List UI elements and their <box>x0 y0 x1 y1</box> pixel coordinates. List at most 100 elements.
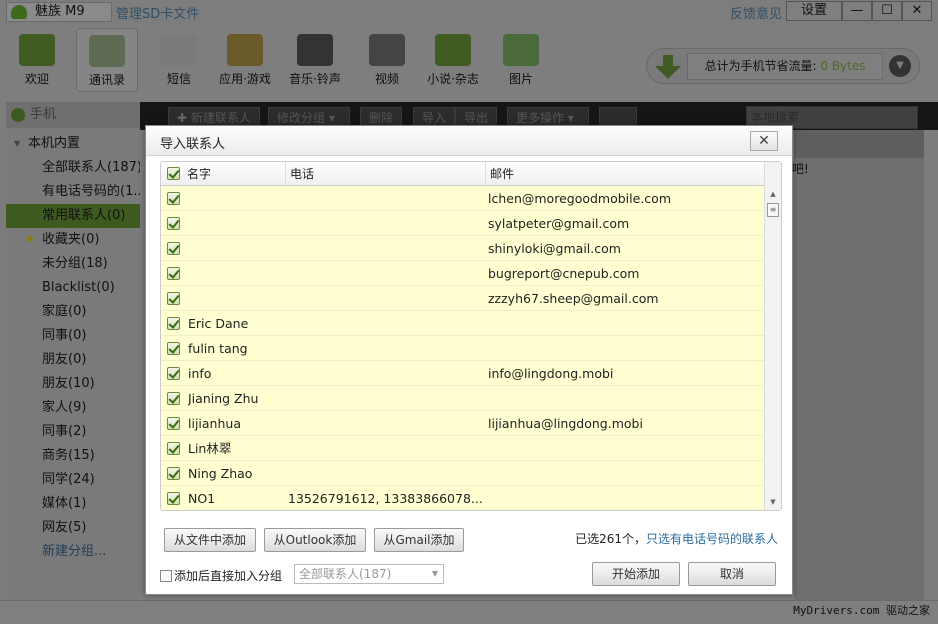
toolbar-peas[interactable]: 欢迎 <box>6 28 68 92</box>
column-email[interactable]: 邮件 <box>485 162 765 186</box>
row-checkbox[interactable] <box>167 367 180 380</box>
sidebar-item[interactable]: 家人(9) <box>6 396 140 420</box>
row-checkbox[interactable] <box>167 217 180 230</box>
sidebar-item[interactable]: Blacklist(0) <box>6 276 140 300</box>
cancel-button[interactable]: 取消 <box>688 562 776 586</box>
row-checkbox[interactable] <box>167 417 180 430</box>
toolbar-book[interactable]: 小说·杂志 <box>422 28 484 92</box>
message-icon <box>161 34 197 66</box>
scroll-up-icon[interactable]: ▲ <box>765 186 781 202</box>
sidebar-item[interactable]: 同事(2) <box>6 420 140 444</box>
table-row[interactable]: Lin林翠 <box>161 436 765 461</box>
app-logo-icon <box>11 5 27 19</box>
select-all-checkbox[interactable] <box>167 167 180 180</box>
table-header: 名字 电话 邮件 <box>161 162 765 186</box>
sidebar-item[interactable]: 朋友(0) <box>6 348 140 372</box>
cell-name <box>188 211 284 236</box>
peas-icon <box>19 34 55 66</box>
table-row[interactable]: fulin tang <box>161 336 765 361</box>
table-scrollbar[interactable]: ▲ ≡ ▼ <box>764 162 781 510</box>
toolbar-contacts-card[interactable]: 通讯录 <box>76 28 138 92</box>
device-name-label: 魅族 M9 <box>35 4 85 19</box>
app-box-icon <box>227 34 263 66</box>
group-select[interactable]: 全部联系人(187) ▼ <box>294 564 444 584</box>
cell-email <box>488 386 764 411</box>
auto-group-checkbox[interactable]: 添加后直接加入分组 <box>160 567 282 584</box>
row-checkbox[interactable] <box>167 317 180 330</box>
feedback-link[interactable]: 反馈意见 <box>730 3 782 22</box>
table-row[interactable]: info info@lingdong.mobi <box>161 361 765 386</box>
sidebar-item[interactable]: 同学(24) <box>6 468 140 492</box>
sidebar-item[interactable]: 媒体(1) <box>6 492 140 516</box>
clapper-icon <box>369 34 405 66</box>
row-checkbox[interactable] <box>167 267 180 280</box>
toolbar-message[interactable]: 短信 <box>148 28 210 92</box>
table-row[interactable]: Jianing Zhu <box>161 386 765 411</box>
column-name[interactable]: 名字 <box>183 162 287 186</box>
cell-phone: 13526791612, 13383866078... <box>288 491 483 506</box>
dialog-title: 导入联系人 <box>160 137 226 152</box>
row-checkbox[interactable] <box>167 242 180 255</box>
toolbar-clapper[interactable]: 视频 <box>356 28 418 92</box>
sidebar-item[interactable]: 商务(15) <box>6 444 140 468</box>
row-checkbox[interactable] <box>167 442 180 455</box>
table-row[interactable]: shinyloki@gmail.com <box>161 236 765 261</box>
panel-hint-text: 吧! <box>792 162 809 176</box>
cell-name <box>188 236 284 261</box>
table-row[interactable]: zzzyh67.sheep@gmail.com <box>161 286 765 311</box>
sidebar-item[interactable]: ★ 收藏夹(0) <box>6 228 140 252</box>
toolbar-label: 欢迎 <box>24 72 49 86</box>
traffic-dropdown-icon[interactable]: ▼ <box>889 55 911 77</box>
sidebar-item[interactable]: 常用联系人(0) <box>6 204 140 228</box>
sidebar-item[interactable]: 同事(0) <box>6 324 140 348</box>
scroll-thumb[interactable]: ≡ <box>767 203 779 217</box>
table-row[interactable]: lchen@moregoodmobile.com <box>161 186 765 211</box>
toolbar-picture[interactable]: 图片 <box>490 28 552 92</box>
scroll-down-icon[interactable]: ▼ <box>765 494 781 510</box>
sidebar-item[interactable]: 全部联系人(187) <box>6 156 140 180</box>
start-add-button[interactable]: 开始添加 <box>592 562 680 586</box>
table-row[interactable]: Ning Zhao <box>161 461 765 486</box>
add-from-file-button[interactable]: 从文件中添加 <box>164 528 256 552</box>
manage-sd-link[interactable]: 管理SD卡文件 <box>116 3 199 22</box>
table-row[interactable]: NO1 13526791612, 13383866078... <box>161 486 765 510</box>
contact-detail-panel <box>794 130 924 600</box>
table-row[interactable]: bugreport@cnepub.com <box>161 261 765 286</box>
row-checkbox[interactable] <box>167 342 180 355</box>
add-from-gmail-button[interactable]: 从Gmail添加 <box>374 528 464 552</box>
only-phone-contacts-link[interactable]: 只选有电话号码的联系人 <box>646 532 778 546</box>
toolbar-headphones[interactable]: 音乐·铃声 <box>284 28 346 92</box>
row-checkbox[interactable] <box>167 492 180 505</box>
cell-name: Eric Dane <box>188 316 249 331</box>
sidebar-item[interactable]: 有电话号码的(1... <box>6 180 140 204</box>
row-checkbox[interactable] <box>167 392 180 405</box>
sidebar-item[interactable]: 家庭(0) <box>6 300 140 324</box>
sidebar-item[interactable]: 网友(5) <box>6 516 140 540</box>
row-checkbox[interactable] <box>167 467 180 480</box>
row-checkbox[interactable] <box>167 292 180 305</box>
minimize-button[interactable]: — <box>842 1 872 21</box>
column-phone[interactable]: 电话 <box>285 162 485 186</box>
toolbar-app-box[interactable]: 应用·游戏 <box>214 28 276 92</box>
table-row[interactable]: Eric Dane <box>161 311 765 336</box>
cell-phone <box>288 311 484 336</box>
sidebar-item[interactable]: 朋友(10) <box>6 372 140 396</box>
row-checkbox[interactable] <box>167 192 180 205</box>
table-row[interactable]: sylatpeter@gmail.com <box>161 211 765 236</box>
sidebar-group-builtin[interactable]: ▼ 本机内置 <box>6 132 140 156</box>
sidebar-phone-header: 手机 <box>6 102 140 128</box>
import-contacts-dialog: 导入联系人 ✕ 名字 电话 邮件 lchen@moregoodmobile.co… <box>145 125 793 595</box>
cell-name: Ning Zhao <box>188 466 253 481</box>
add-from-outlook-button[interactable]: 从Outlook添加 <box>264 528 366 552</box>
table-row[interactable]: lijianhua lijianhua@lingdong.mobi <box>161 411 765 436</box>
cell-phone <box>288 236 484 261</box>
dialog-header: 导入联系人 ✕ <box>146 126 792 156</box>
close-button[interactable]: ✕ <box>902 1 932 21</box>
toolbar-label: 音乐·铃声 <box>289 72 341 86</box>
settings-button[interactable]: 设置 <box>786 1 842 21</box>
contacts-table: 名字 电话 邮件 lchen@moregoodmobile.com sylatp… <box>160 161 782 511</box>
maximize-button[interactable]: ☐ <box>872 1 902 21</box>
dialog-close-button[interactable]: ✕ <box>750 131 778 151</box>
sidebar-item[interactable]: 未分组(18) <box>6 252 140 276</box>
sidebar-item[interactable]: 新建分组... <box>6 540 140 564</box>
